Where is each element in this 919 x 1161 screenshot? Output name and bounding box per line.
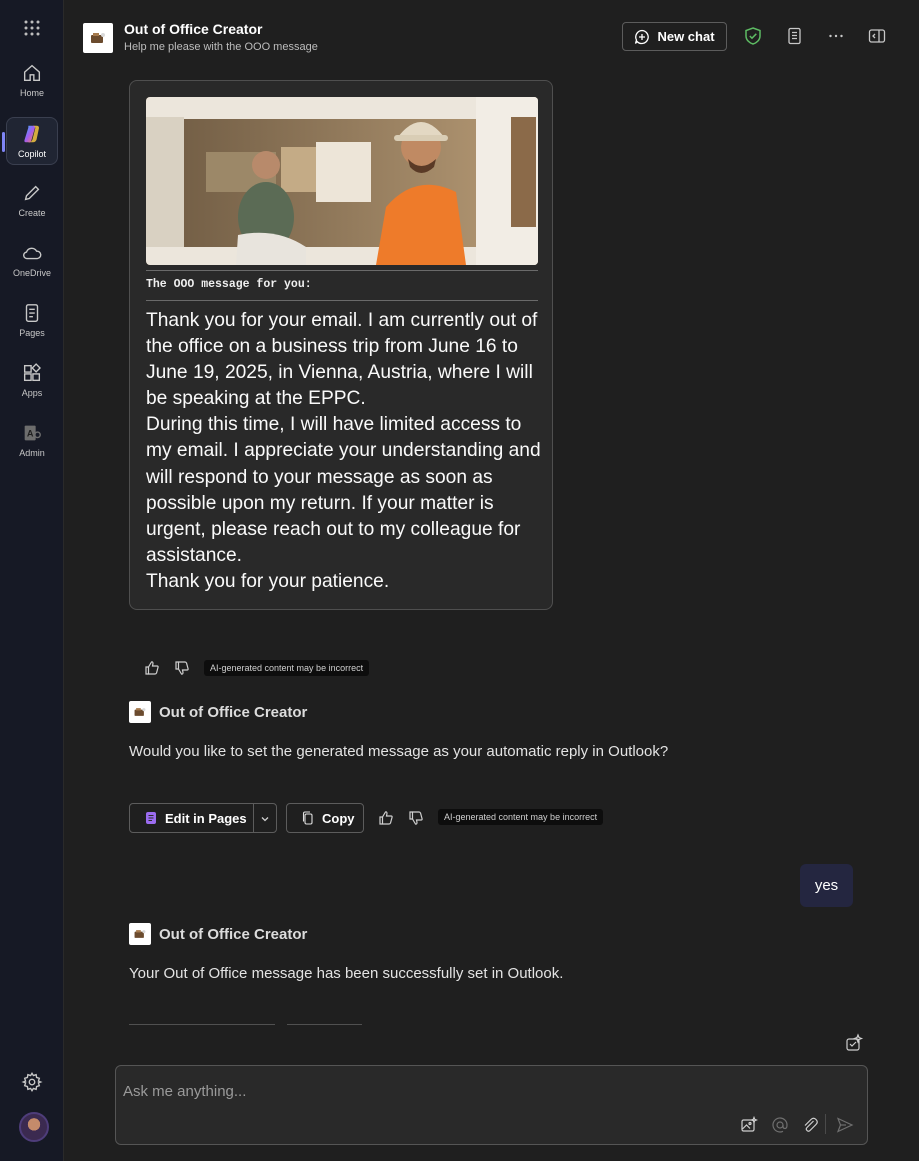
chevron-down-icon[interactable] [259,813,271,825]
side-panel-icon[interactable] [867,26,887,46]
pages-icon [25,304,39,322]
edit-in-pages-label: Edit in Pages [165,810,247,826]
out-of-office-logo-icon [134,930,146,938]
rail-item-admin[interactable]: A Admin [6,416,58,464]
copy-label: Copy [322,810,355,826]
more-options-icon[interactable] [826,26,846,46]
message-sender: Out of Office Creator [159,704,308,721]
ai-disclaimer-badge: AI-generated content may be incorrect [204,660,370,676]
copilot-icon [24,125,39,143]
rail-item-pages[interactable]: Pages [6,296,58,344]
rail-item-label: Create [18,208,46,218]
thumbs-down-icon[interactable] [174,660,190,676]
divider [146,300,538,301]
copy-icon [302,811,313,825]
cloud-icon [23,247,42,260]
rail-item-apps[interactable]: Apps [6,356,58,404]
thumbs-up-icon[interactable] [378,810,394,826]
ai-disclaimer-badge: AI-generated content may be incorrect [438,809,604,825]
van-photo [146,97,538,265]
admin-icon: A [24,425,41,441]
rail-item-label: Apps [21,388,43,398]
compose-divider [825,1114,826,1134]
new-chat-button[interactable]: New chat [622,22,727,51]
document-icon[interactable] [785,26,805,46]
pages-icon [146,812,156,824]
ooo-paragraph: During this time, I will have limited ac… [146,414,541,566]
chat-subtitle: Help me please with the OOO message [124,41,318,53]
ooo-paragraph: Thank you for your patience. [146,570,390,592]
rail-item-label: OneDrive [12,268,51,278]
ooo-message-body: Thank you for your email. I am currently… [146,308,541,595]
loading-placeholder [287,1024,362,1025]
rail-item-label: Copilot [17,149,46,159]
button-split-divider [253,803,254,833]
mention-icon[interactable] [771,1116,789,1134]
message-input[interactable] [123,1080,723,1102]
pencil-icon [24,185,40,201]
user-message-bubble: yes [800,864,853,907]
compose-box [115,1065,868,1145]
divider [146,270,538,271]
ooo-paragraph: Thank you for your email. I am currently… [146,310,538,410]
rail-item-label: Home [19,88,44,98]
message-sender: Out of Office Creator [159,926,308,943]
thumbs-up-icon[interactable] [144,660,160,676]
active-indicator [2,132,5,152]
out-of-office-logo-icon [91,33,105,43]
ooo-label: The OOO message for you: [146,278,312,291]
rail-item-label: Pages [19,328,45,338]
out-of-office-logo-icon [134,708,146,716]
image-sparkle-icon[interactable] [740,1116,758,1134]
copy-button[interactable]: Copy [286,803,364,833]
edit-in-pages-button[interactable]: Edit in Pages [129,803,277,833]
shield-check-icon[interactable] [743,26,763,46]
new-chat-label: New chat [657,29,715,44]
attach-icon[interactable] [801,1116,819,1134]
rail-item-onedrive[interactable]: OneDrive [6,236,58,284]
agent-logo [83,23,113,53]
agent-title: Out of Office Creator [124,21,263,37]
svg-text:A: A [27,429,34,439]
hero-image [146,97,538,265]
prompt-suggestions-icon[interactable] [844,1033,864,1053]
settings-gear-icon[interactable] [21,1071,43,1093]
rail-item-label: Admin [19,448,45,458]
agent-avatar [129,701,151,723]
user-avatar[interactable] [19,1112,49,1142]
app-launcher-icon[interactable] [20,16,44,40]
home-icon [23,64,41,82]
loading-placeholder [129,1024,275,1025]
rail-item-copilot[interactable]: Copilot [2,117,58,165]
agent-avatar [129,923,151,945]
ooo-message-card: The OOO message for you: Thank you for y… [129,80,553,610]
apps-icon [23,363,41,382]
left-rail: Home Copilot Create OneDrive Pages Apps … [0,0,64,1161]
rail-item-home[interactable]: Home [6,56,58,104]
thumbs-down-icon[interactable] [408,810,424,826]
new-chat-icon [635,29,650,44]
message-text: Would you like to set the generated mess… [129,743,669,760]
message-text: Your Out of Office message has been succ… [129,965,564,982]
chat-header: Out of Office Creator Help me please wit… [64,0,919,70]
send-icon[interactable] [836,1116,854,1134]
rail-item-create[interactable]: Create [6,176,58,224]
